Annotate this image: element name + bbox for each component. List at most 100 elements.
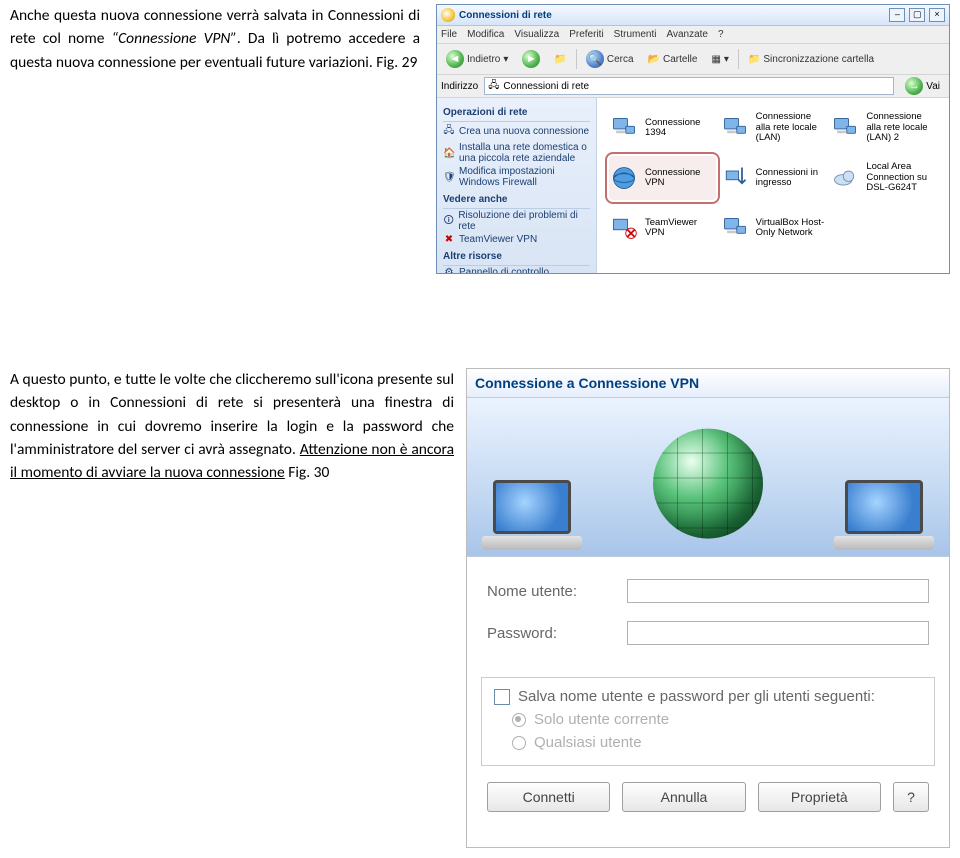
views-button[interactable]: ▦ ▾: [706, 52, 733, 67]
connection-label: Connessioni in ingresso: [756, 168, 827, 189]
menu-bar: File Modifica Visualizza Preferiti Strum…: [437, 26, 949, 44]
connection-label: Connessione 1394: [645, 118, 716, 139]
search-label: Cerca: [607, 54, 634, 65]
window-titlebar: Connessioni di rete – ▢ ×: [437, 5, 949, 26]
folder-up-icon: 📁: [554, 54, 566, 65]
globe-grid-overlay: [653, 429, 763, 539]
chevron-down-icon: ▾: [503, 54, 508, 65]
close-button[interactable]: ×: [929, 8, 945, 22]
radio-current-label: Solo utente corrente: [534, 711, 669, 728]
menu-view[interactable]: Visualizza: [514, 29, 559, 40]
sync-button[interactable]: 📁 Sincronizzazione cartella: [743, 52, 879, 67]
window-icon: [441, 8, 455, 22]
help-icon: 🛈: [443, 213, 454, 230]
dialog-titlebar: Connessione a Connessione VPN: [467, 369, 949, 398]
username-input[interactable]: [627, 579, 929, 603]
save-credentials-group: Salva nome utente e password per gli ute…: [481, 677, 935, 766]
cancel-button[interactable]: Annulla: [622, 782, 745, 812]
side-section-other: Altre risorse: [443, 248, 590, 266]
radio-icon: [512, 713, 526, 727]
connection-item[interactable]: Connessione alla rete locale (LAN) 2: [830, 106, 937, 150]
forward-icon: ►: [522, 50, 540, 68]
connection-item[interactable]: Local Area Connection su DSL-G624T: [830, 156, 937, 200]
menu-tools[interactable]: Strumenti: [614, 29, 657, 40]
search-button[interactable]: 🔍 Cerca: [581, 48, 639, 70]
radio-any-user: Qualsiasi utente: [512, 734, 922, 751]
laptop-right-icon: [829, 480, 939, 550]
password-input[interactable]: [627, 621, 929, 645]
radio-current-user: Solo utente corrente: [512, 711, 922, 728]
cross-icon: ✖: [443, 234, 455, 245]
dialog-title: Connessione a Connessione VPN: [475, 375, 699, 391]
bullet-icon: 🖧: [443, 123, 455, 140]
properties-button[interactable]: Proprietà: [758, 782, 881, 812]
connect-button[interactable]: Connetti: [487, 782, 610, 812]
connection-item[interactable]: Connessione 1394: [609, 106, 716, 150]
para2-text-b: Fig. 30: [285, 463, 330, 482]
connection-label: Connessione VPN: [645, 168, 716, 189]
connection-icon: [720, 163, 750, 193]
back-icon: ◄: [446, 50, 464, 68]
password-label: Password:: [487, 625, 627, 642]
side-item-control-panel[interactable]: ⚙Pannello di controllo: [443, 266, 590, 274]
connection-icon: [609, 213, 639, 243]
address-input[interactable]: 🖧 Connessioni di rete: [484, 77, 894, 95]
connection-label: Connessione alla rete locale (LAN): [756, 112, 827, 143]
address-bar: Indirizzo 🖧 Connessioni di rete → Vai: [437, 75, 949, 98]
connection-icon: [609, 113, 639, 143]
folders-button[interactable]: 📂 Cartelle: [643, 52, 703, 67]
gear-icon: ⚙: [443, 267, 455, 274]
menu-help[interactable]: ?: [718, 29, 724, 40]
connection-icon: [830, 113, 860, 143]
paragraph-2: A questo punto, e tutte le volte che cli…: [10, 368, 454, 484]
username-label: Nome utente:: [487, 583, 627, 600]
side-item-teamviewer[interactable]: ✖TeamViewer VPN: [443, 233, 590, 246]
paragraph-1: Anche questa nuova connessione verrà sal…: [10, 4, 420, 74]
username-row: Nome utente:: [487, 579, 929, 603]
connection-item[interactable]: Connessione alla rete locale (LAN): [720, 106, 827, 150]
menu-edit[interactable]: Modifica: [467, 29, 504, 40]
checkbox-icon: [494, 689, 510, 705]
menu-file[interactable]: File: [441, 29, 457, 40]
address-icon: 🖧: [488, 78, 499, 95]
sync-label: Sincronizzazione cartella: [763, 54, 874, 65]
connection-item[interactable]: TeamViewer VPN: [609, 206, 716, 250]
connection-item[interactable]: VirtualBox Host-Only Network: [720, 206, 827, 250]
search-icon: 🔍: [586, 50, 604, 68]
minimize-button[interactable]: –: [889, 8, 905, 22]
side-item-new-connection[interactable]: 🖧Crea una nuova connessione: [443, 122, 590, 141]
connection-icon: [609, 163, 639, 193]
connection-item[interactable]: Connessione VPN: [609, 156, 716, 200]
back-button[interactable]: ◄ Indietro ▾: [441, 48, 513, 70]
side-item-troubleshoot[interactable]: 🛈Risoluzione dei problemi di rete: [443, 209, 590, 233]
side-panel: Operazioni di rete 🖧Crea una nuova conne…: [437, 98, 597, 274]
separator: [738, 49, 739, 69]
save-checkbox-row[interactable]: Salva nome utente e password per gli ute…: [494, 688, 922, 705]
help-button[interactable]: ?: [893, 782, 929, 812]
radio-any-label: Qualsiasi utente: [534, 734, 642, 751]
up-button[interactable]: 📁: [549, 52, 571, 67]
side-item-firewall[interactable]: 🛡Modifica impostazioni Windows Firewall: [443, 165, 590, 189]
radio-icon: [512, 736, 526, 750]
figure-30-dialog: Connessione a Connessione VPN Nome utent…: [466, 368, 950, 848]
connection-item[interactable]: Connessioni in ingresso: [720, 156, 827, 200]
menu-advanced[interactable]: Avanzate: [666, 29, 708, 40]
folders-label: Cartelle: [663, 54, 697, 65]
menu-favorites[interactable]: Preferiti: [569, 29, 603, 40]
toolbar: ◄ Indietro ▾ ► 📁 🔍 Cerca 📂 Cartelle ▦ ▾: [437, 44, 949, 75]
folders-icon: 📂: [648, 54, 660, 65]
connection-label: TeamViewer VPN: [645, 218, 716, 239]
password-row: Password:: [487, 621, 929, 645]
figure-29-window: Connessioni di rete – ▢ × File Modifica …: [436, 4, 950, 274]
sync-icon: 📁: [748, 54, 760, 65]
side-section-see-also: Vedere anche: [443, 191, 590, 209]
connection-label: Local Area Connection su DSL-G624T: [866, 162, 937, 193]
window-body: Operazioni di rete 🖧Crea una nuova conne…: [437, 98, 949, 274]
window-title: Connessioni di rete: [459, 10, 888, 21]
maximize-button[interactable]: ▢: [909, 8, 925, 22]
go-button[interactable]: → Vai: [900, 75, 945, 97]
laptop-left-icon: [477, 480, 587, 550]
forward-button[interactable]: ►: [517, 48, 545, 70]
side-item-home-network[interactable]: 🏠Installa una rete domestica o una picco…: [443, 141, 590, 165]
bullet-icon: 🏠: [443, 148, 455, 159]
